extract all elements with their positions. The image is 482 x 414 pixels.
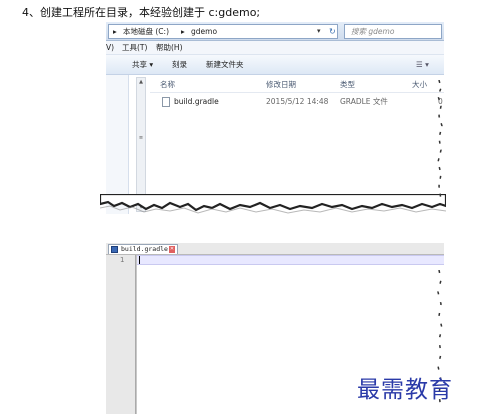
line-number-gutter: 1 xyxy=(106,255,137,414)
scroll-up-icon[interactable]: ▲ xyxy=(137,78,145,86)
file-date: 2015/5/12 14:48 xyxy=(266,97,329,106)
menu-help[interactable]: 帮助(H) xyxy=(156,41,183,54)
text-caret xyxy=(139,256,140,264)
file-tab[interactable]: build.gradle ✕ xyxy=(108,244,178,254)
explorer-window: ▸ 本地磁盘 (C:) ▸ gdemo ▾ ↻ 搜索 gdemo V) 工具(T… xyxy=(106,22,444,214)
file-icon xyxy=(162,97,170,107)
save-disk-icon xyxy=(111,246,118,253)
view-options-icon[interactable]: ☰ ▾ xyxy=(416,55,429,74)
column-name[interactable]: 名称 xyxy=(160,78,175,92)
new-folder-button[interactable]: 新建文件夹 xyxy=(206,55,244,74)
refresh-icon[interactable]: ↻ xyxy=(329,25,336,38)
column-size[interactable]: 大小 xyxy=(412,78,427,92)
current-line-highlight[interactable] xyxy=(137,255,444,265)
breadcrumb-drive[interactable]: 本地磁盘 (C:) xyxy=(123,25,169,38)
torn-edge-decoration xyxy=(100,194,446,214)
search-input[interactable]: 搜索 gdemo xyxy=(344,24,442,39)
menu-bar: V) 工具(T) 帮助(H) xyxy=(106,41,444,55)
address-dropdown-icon[interactable]: ▾ xyxy=(317,25,321,38)
scroll-grip-icon[interactable]: ≡ xyxy=(137,134,145,142)
burn-button[interactable]: 刻录 xyxy=(172,55,187,74)
menu-view[interactable]: V) xyxy=(106,41,114,54)
address-bar[interactable]: ▸ 本地磁盘 (C:) ▸ gdemo ▾ ↻ xyxy=(108,24,338,39)
close-tab-icon[interactable]: ✕ xyxy=(169,246,175,253)
file-name: build.gradle xyxy=(174,97,219,106)
breadcrumb-folder[interactable]: gdemo xyxy=(191,25,217,38)
share-button[interactable]: 共享 ▾ xyxy=(132,55,153,74)
breadcrumb-separator-icon[interactable]: ▸ xyxy=(181,25,185,38)
fold-margin xyxy=(135,255,136,414)
watermark-logo: 最需教育 xyxy=(357,377,453,403)
editor-tab-bar: build.gradle ✕ xyxy=(106,243,444,255)
navigation-scrollbar[interactable]: ▲ ≡ ▼ xyxy=(136,77,146,212)
column-type[interactable]: 类型 xyxy=(340,78,355,92)
address-bar-area: ▸ 本地磁盘 (C:) ▸ gdemo ▾ ↻ 搜索 gdemo xyxy=(106,22,444,41)
menu-tools[interactable]: 工具(T) xyxy=(122,41,147,54)
file-row[interactable]: build.gradle 2015/5/12 14:48 GRADLE 文件 0 xyxy=(156,95,444,109)
breadcrumb-arrow-icon[interactable]: ▸ xyxy=(113,25,117,38)
file-type: GRADLE 文件 xyxy=(340,97,388,106)
step-instruction: 4、创建工程所在目录，本经验创建于 c:gdemo; xyxy=(22,6,261,19)
column-headers: 名称 修改日期 类型 大小 xyxy=(150,78,444,93)
search-placeholder: 搜索 gdemo xyxy=(351,27,395,36)
line-number: 1 xyxy=(120,256,125,264)
right-edge-decoration xyxy=(437,80,443,200)
tab-label: build.gradle xyxy=(121,245,168,253)
column-date[interactable]: 修改日期 xyxy=(266,78,296,92)
command-bar: 共享 ▾ 刻录 新建文件夹 ☰ ▾ xyxy=(106,55,444,75)
